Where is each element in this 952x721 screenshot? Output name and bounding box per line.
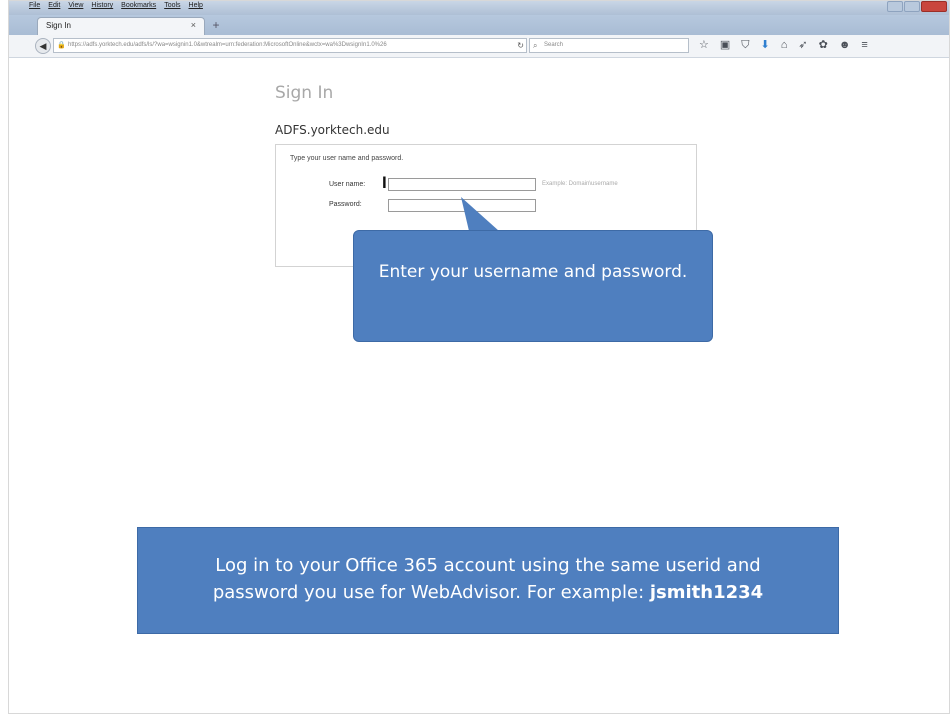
send-icon[interactable]: ➶: [798, 39, 807, 52]
form-instruction: Type your user name and password.: [290, 155, 404, 162]
menu-icon[interactable]: ≡: [861, 39, 867, 52]
tab-close-icon[interactable]: ×: [191, 20, 196, 30]
tab-sign-in[interactable]: Sign In ×: [37, 17, 205, 35]
reader-icon[interactable]: ▣: [720, 39, 730, 52]
pocket-icon[interactable]: ⛉: [741, 39, 749, 52]
title-bar: File Edit View History Bookmarks Tools H…: [9, 1, 949, 15]
callout-text: Enter your username and password.: [378, 262, 688, 282]
username-field[interactable]: [388, 178, 536, 191]
extension-icon[interactable]: ✿: [819, 39, 828, 52]
minimize-button[interactable]: [887, 1, 903, 12]
banner-line-2: password you use for WebAdvisor. For exa…: [212, 582, 650, 603]
username-hint: Example: Domain\username: [542, 181, 618, 187]
maximize-button[interactable]: [904, 1, 920, 12]
window-close-button[interactable]: [921, 1, 947, 12]
page-title: Sign In: [275, 83, 334, 103]
browser-window: File Edit View History Bookmarks Tools H…: [8, 0, 950, 714]
chat-icon[interactable]: ☻: [839, 39, 851, 52]
search-icon: ⌕: [533, 41, 538, 50]
lock-icon: 🔒: [57, 42, 66, 49]
new-tab-button[interactable]: +: [207, 19, 225, 33]
tab-title: Sign In: [46, 21, 71, 30]
menu-file[interactable]: File: [29, 2, 40, 14]
menu-bookmarks[interactable]: Bookmarks: [121, 2, 156, 14]
example-userid: jsmith1234: [649, 582, 764, 603]
menu-tools[interactable]: Tools: [164, 2, 180, 14]
url-text: https://adfs.yorktech.edu/adfs/ls/?wa=ws…: [68, 42, 387, 48]
url-bar[interactable]: 🔒 https://adfs.yorktech.edu/adfs/ls/?wa=…: [53, 38, 527, 53]
realm-label: ADFS.yorktech.edu: [275, 123, 390, 137]
search-placeholder: Search: [544, 42, 564, 48]
back-arrow-icon[interactable]: ◀: [35, 38, 51, 54]
search-input[interactable]: ⌕ Search: [529, 38, 689, 53]
toolbar-icons: ☆ ▣ ⛉ ⬇ ⌂ ➶ ✿ ☻ ≡: [699, 39, 868, 52]
download-icon[interactable]: ⬇: [761, 39, 770, 52]
menu-history[interactable]: History: [91, 2, 113, 14]
password-label: Password:: [329, 201, 362, 208]
text-cursor-icon: I: [382, 173, 387, 192]
navigation-bar: ◀ 🔒 https://adfs.yorktech.edu/adfs/ls/?w…: [9, 35, 949, 58]
home-icon[interactable]: ⌂: [781, 39, 788, 52]
callout-pointer: [461, 197, 499, 231]
menu-bar: File Edit View History Bookmarks Tools H…: [29, 2, 203, 14]
window-controls: [886, 1, 947, 13]
reload-icon[interactable]: ↻: [517, 39, 524, 52]
instruction-callout: Enter your username and password.: [353, 230, 713, 342]
banner-line-1: Log in to your Office 365 account using …: [215, 555, 761, 576]
star-icon[interactable]: ☆: [699, 39, 709, 52]
tab-strip: Sign In × +: [9, 15, 949, 35]
menu-view[interactable]: View: [68, 2, 83, 14]
menu-help[interactable]: Help: [189, 2, 203, 14]
username-label: User name:: [329, 181, 366, 188]
banner-text: Log in to your Office 365 account using …: [138, 552, 838, 606]
menu-edit[interactable]: Edit: [48, 2, 60, 14]
office365-banner: Log in to your Office 365 account using …: [137, 527, 839, 634]
